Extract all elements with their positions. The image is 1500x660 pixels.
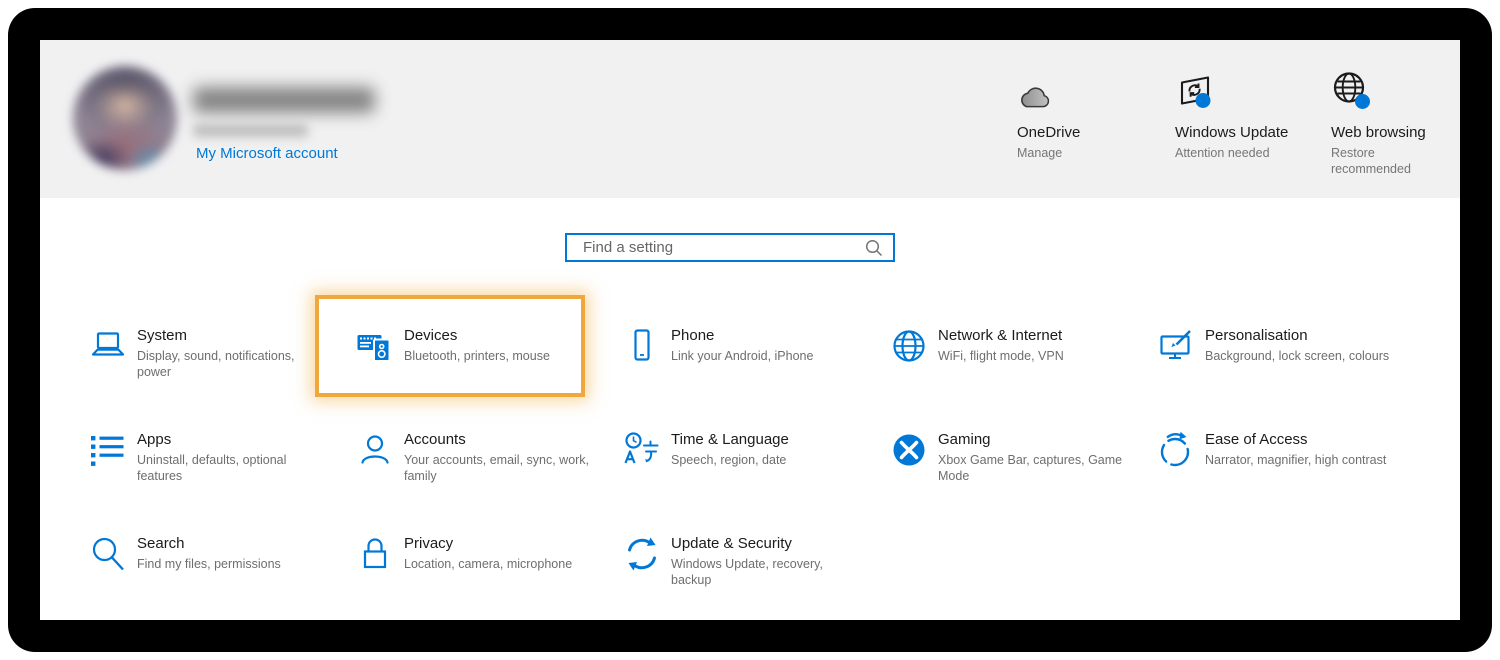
tile-subtitle: Narrator, magnifier, high contrast	[1205, 453, 1387, 467]
network-globe-icon	[893, 330, 925, 362]
tile-phone[interactable]: Phone Link your Android, iPhone	[609, 295, 876, 399]
phone-icon	[634, 329, 650, 361]
tile-subtitle: Link your Android, iPhone	[671, 349, 814, 363]
tile-gaming[interactable]: Gaming Xbox Game Bar, captures, Game Mod…	[876, 399, 1143, 503]
tile-search[interactable]: Search Find my files, permissions	[75, 503, 342, 607]
tile-subtitle: Background, lock screen, colours	[1205, 349, 1390, 363]
tile-subtitle: Your accounts, email, sync, work, family	[404, 453, 590, 483]
tile-privacy[interactable]: Privacy Location, camera, microphone	[342, 503, 609, 607]
ease-of-access-icon	[1160, 431, 1190, 467]
search-icon	[865, 239, 883, 257]
tile-title: Apps	[137, 431, 172, 448]
settings-header: My Microsoft account OneDrive Manage Win…	[40, 40, 1460, 198]
microsoft-account-link[interactable]: My Microsoft account	[196, 145, 338, 162]
quick-status-web-browsing[interactable]: Web browsing Restore recommended	[1331, 66, 1460, 177]
tile-subtitle: Bluetooth, printers, mouse	[404, 349, 550, 363]
onedrive-subtitle: Manage	[1017, 146, 1063, 160]
tile-subtitle: Find my files, permissions	[137, 557, 281, 571]
search-input[interactable]	[567, 239, 865, 256]
tile-title: System	[137, 327, 188, 344]
windows-update-icon	[1180, 76, 1211, 108]
time-language-icon	[624, 432, 659, 464]
sync-arrows-icon	[628, 537, 656, 571]
tile-title: Time & Language	[671, 431, 789, 448]
quick-status-windows-update[interactable]: Windows Update Attention needed	[1175, 66, 1315, 161]
globe-badge-icon	[1333, 72, 1370, 109]
tile-subtitle: Location, camera, microphone	[404, 557, 573, 571]
tile-subtitle: Speech, region, date	[671, 453, 787, 467]
tile-title: Personalisation	[1205, 327, 1308, 344]
lock-icon	[363, 538, 387, 569]
user-email-redacted	[193, 124, 308, 137]
tile-title: Gaming	[938, 431, 991, 448]
person-icon	[361, 435, 389, 464]
tile-subtitle: WiFi, flight mode, VPN	[938, 349, 1064, 363]
category-grid: System Display, sound, notifications, po…	[75, 295, 1415, 607]
tile-personalisation[interactable]: Personalisation Background, lock screen,…	[1143, 295, 1410, 399]
tile-subtitle: Display, sound, notifications, power	[137, 349, 295, 379]
tile-apps[interactable]: Apps Uninstall, defaults, optional featu…	[75, 399, 342, 503]
apps-icon	[91, 436, 124, 466]
devices-icon	[357, 335, 391, 362]
tile-network-internet[interactable]: Network & Internet WiFi, flight mode, VP…	[876, 295, 1143, 399]
web-browsing-subtitle: Restore recommended	[1331, 146, 1411, 176]
user-avatar	[73, 66, 177, 170]
windows-update-subtitle: Attention needed	[1175, 146, 1270, 160]
magnifier-icon	[92, 537, 124, 571]
tile-time-language[interactable]: Time & Language Speech, region, date	[609, 399, 876, 503]
tile-subtitle: Xbox Game Bar, captures, Game Mode	[938, 453, 1123, 483]
tile-devices[interactable]: Devices Bluetooth, printers, mouse	[342, 295, 609, 399]
quick-status-onedrive[interactable]: OneDrive Manage	[1017, 66, 1157, 161]
find-a-setting-searchbox[interactable]	[565, 233, 895, 262]
tile-accounts[interactable]: Accounts Your accounts, email, sync, wor…	[342, 399, 609, 503]
tile-subtitle: Windows Update, recovery, backup	[671, 557, 823, 587]
tile-title: Phone	[671, 327, 715, 344]
user-name-redacted	[193, 87, 375, 113]
tile-title: Accounts	[404, 431, 466, 448]
windows-update-title: Windows Update	[1175, 124, 1289, 141]
onedrive-title: OneDrive	[1017, 124, 1081, 141]
xbox-icon	[893, 434, 925, 466]
tile-title: Privacy	[404, 535, 454, 552]
tile-subtitle: Uninstall, defaults, optional features	[137, 453, 287, 483]
tile-update-security[interactable]: Update & Security Windows Update, recove…	[609, 503, 876, 607]
tile-title: Ease of Access	[1205, 431, 1308, 448]
tile-title: Search	[137, 535, 185, 552]
tile-system[interactable]: System Display, sound, notifications, po…	[75, 295, 342, 399]
tile-title: Devices	[404, 327, 458, 344]
cloud-icon	[1021, 87, 1050, 108]
tile-title: Update & Security	[671, 535, 792, 552]
settings-window: My Microsoft account OneDrive Manage Win…	[40, 40, 1460, 620]
tile-ease-of-access[interactable]: Ease of Access Narrator, magnifier, high…	[1143, 399, 1410, 503]
tile-title: Network & Internet	[938, 327, 1063, 344]
system-icon	[91, 332, 125, 356]
web-browsing-title: Web browsing	[1331, 124, 1426, 141]
personalisation-icon	[1160, 330, 1191, 359]
